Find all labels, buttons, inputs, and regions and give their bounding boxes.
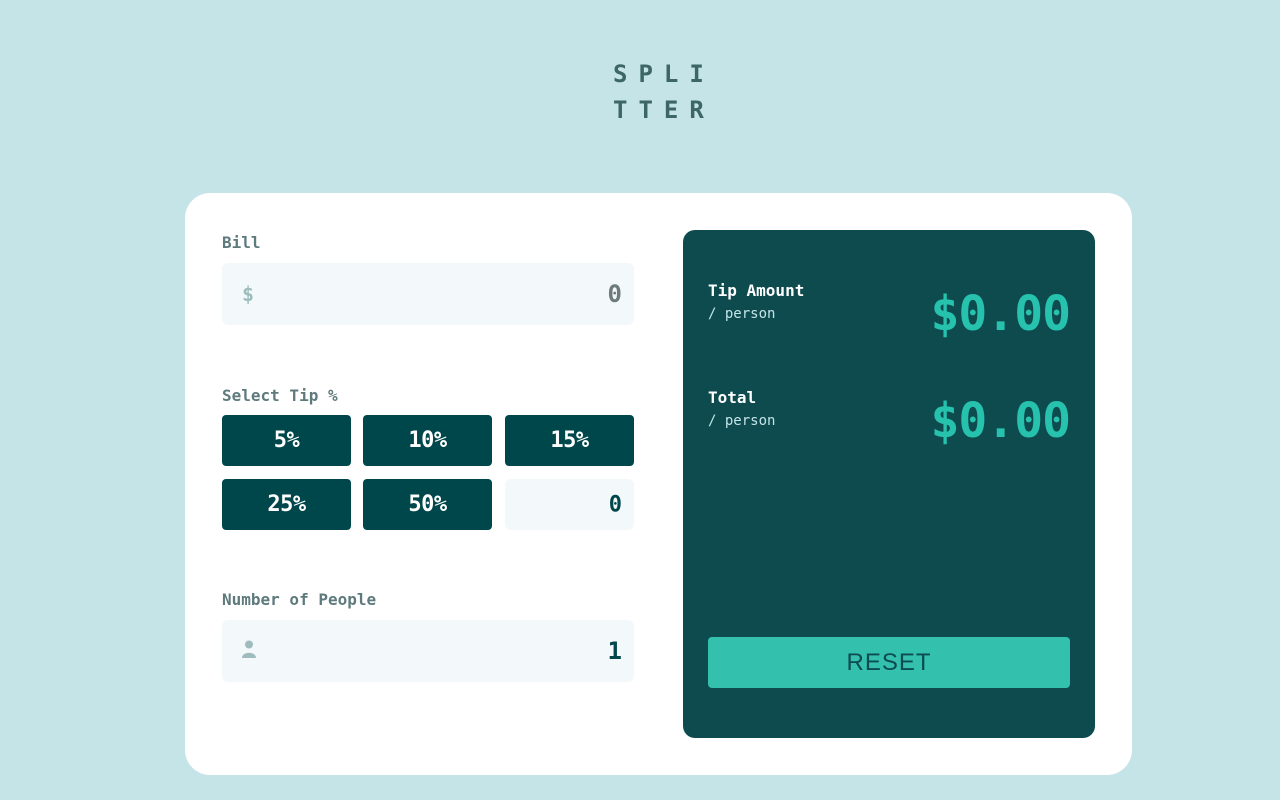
total-value: $0.00 <box>930 393 1071 449</box>
tip-amount-value: $0.00 <box>930 286 1071 342</box>
tip-button-10[interactable]: 10% <box>363 415 492 466</box>
tip-button-50[interactable]: 50% <box>363 479 492 530</box>
tip-amount-subtitle: / person <box>708 306 776 322</box>
app-logo: SPLI TTER <box>613 56 713 128</box>
tip-amount-title: Tip Amount <box>708 281 805 300</box>
tip-button-15[interactable]: 15% <box>505 415 634 466</box>
tip-button-5[interactable]: 5% <box>222 415 351 466</box>
person-icon <box>242 639 256 663</box>
tip-custom-input[interactable]: 0 <box>505 479 634 530</box>
dollar-icon: $ <box>242 282 255 306</box>
people-value: 1 <box>607 637 622 665</box>
reset-button[interactable]: RESET <box>708 637 1070 688</box>
total-title: Total <box>708 388 757 407</box>
bill-value: 0 <box>607 280 622 308</box>
results-panel: Tip Amount / person $0.00 Total / person… <box>683 230 1095 738</box>
people-label: Number of People <box>222 590 377 609</box>
select-tip-label: Select Tip % <box>222 386 338 405</box>
bill-input[interactable]: $ 0 <box>222 263 634 325</box>
logo-line-1: SPLI <box>613 60 715 88</box>
tip-custom-value: 0 <box>608 492 622 517</box>
logo-line-2: TTER <box>613 96 715 124</box>
people-input[interactable]: 1 <box>222 620 634 682</box>
total-subtitle: / person <box>708 413 776 429</box>
tip-button-25[interactable]: 25% <box>222 479 351 530</box>
bill-label: Bill <box>222 233 261 252</box>
calculator-card: Bill $ 0 Select Tip % 5% 10% 15% 25% 50%… <box>185 193 1132 775</box>
